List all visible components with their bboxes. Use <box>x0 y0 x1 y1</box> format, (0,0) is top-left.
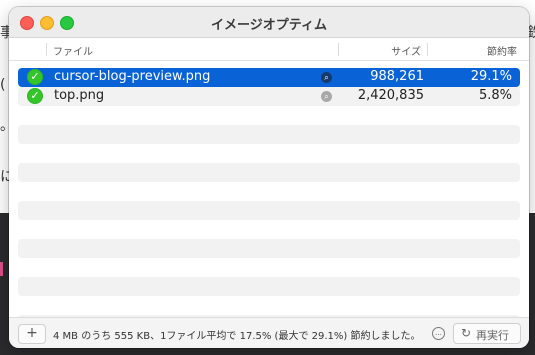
title-bar: イメージオプティム <box>9 7 529 38</box>
rerun-button[interactable]: ↻ 再実行 <box>453 323 521 344</box>
app-window: イメージオプティム ファイル サイズ 節約率 ✓ cursor-blog-pre… <box>9 7 529 348</box>
table-row[interactable]: ✓ cursor-blog-preview.png ⌕ 988,261 29.1… <box>18 68 520 87</box>
savings-percent: 5.8% <box>478 88 512 103</box>
column-header-size[interactable]: サイズ <box>391 43 421 58</box>
empty-row <box>18 277 520 296</box>
window-title: イメージオプティム <box>211 18 327 33</box>
column-header-file[interactable]: ファイル <box>53 43 93 58</box>
file-list: ✓ cursor-blog-preview.png ⌕ 988,261 29.1… <box>18 68 520 334</box>
background-text: ( <box>0 77 6 93</box>
file-name: top.png <box>54 88 105 103</box>
magnifier-icon[interactable]: ⌕ <box>321 72 332 83</box>
empty-row <box>18 239 520 258</box>
background-accent-mark <box>0 262 3 276</box>
empty-row <box>18 220 520 239</box>
empty-row <box>18 296 520 315</box>
table-row[interactable]: ✓ top.png ⌕ 2,420,835 5.8% <box>18 87 520 106</box>
file-size: 2,420,835 <box>357 88 424 103</box>
empty-row <box>18 125 520 144</box>
column-separator <box>338 43 339 56</box>
empty-row <box>18 144 520 163</box>
add-files-button[interactable]: + <box>18 324 46 344</box>
rerun-label: 再実行 <box>476 329 509 342</box>
empty-row <box>18 182 520 201</box>
column-separator <box>427 43 428 56</box>
empty-row <box>18 258 520 277</box>
more-options-button[interactable]: … <box>432 327 445 340</box>
check-icon: ✓ <box>27 69 43 85</box>
magnifier-icon[interactable]: ⌕ <box>321 91 332 102</box>
empty-row <box>18 163 520 182</box>
file-size: 988,261 <box>370 69 424 84</box>
empty-row <box>18 201 520 220</box>
column-header-savings[interactable]: 節約率 <box>487 43 517 58</box>
check-icon: ✓ <box>27 88 43 104</box>
status-bar: + 4 MB のうち 555 KB、1ファイル平均で 17.5% (最大で 29… <box>9 317 529 348</box>
table-header: ファイル サイズ 節約率 <box>9 38 529 61</box>
savings-summary-text: 4 MB のうち 555 KB、1ファイル平均で 17.5% (最大で 29.1… <box>53 331 421 342</box>
refresh-icon: ↻ <box>461 326 472 340</box>
file-name: cursor-blog-preview.png <box>54 69 211 84</box>
savings-percent: 29.1% <box>470 69 512 84</box>
column-separator <box>46 43 47 56</box>
empty-row <box>18 106 520 125</box>
